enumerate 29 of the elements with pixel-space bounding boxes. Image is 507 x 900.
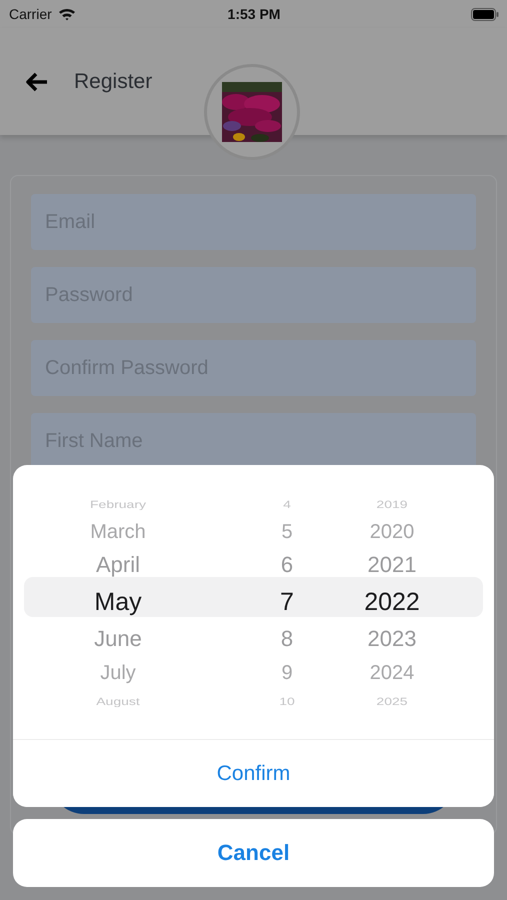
picker-option[interactable]: 2020 (370, 522, 414, 542)
confirm-button[interactable]: Confirm (13, 739, 494, 807)
picker-option[interactable]: April (96, 554, 140, 576)
picker-option[interactable]: March (90, 522, 146, 542)
picker-option[interactable]: February (90, 498, 146, 509)
picker-option[interactable]: 2023 (368, 628, 416, 650)
picker-option[interactable]: June (94, 628, 142, 650)
picker-option[interactable]: 2024 (370, 662, 414, 682)
picker-option[interactable]: 8 (280, 628, 294, 650)
picker-option[interactable]: August (96, 695, 140, 706)
carrier-name: Carrier (9, 6, 52, 22)
picker-option[interactable]: 5 (281, 522, 293, 542)
status-time: 1:53 PM (228, 6, 280, 22)
picker-option[interactable]: 4 (283, 498, 291, 509)
picker-option[interactable]: May (94, 590, 142, 614)
picker-option[interactable]: 2019 (376, 498, 408, 509)
cancel-button[interactable]: Cancel (13, 819, 494, 887)
picker-option[interactable]: July (100, 662, 136, 682)
picker-option[interactable]: 7 (280, 590, 294, 614)
battery-icon (470, 8, 499, 20)
picker-option[interactable]: 9 (281, 662, 293, 682)
picker-option[interactable]: 2025 (376, 695, 408, 706)
picker-option[interactable]: 10 (279, 695, 295, 706)
wifi-icon (58, 7, 76, 21)
picker-option[interactable]: 2021 (368, 554, 416, 576)
picker-option[interactable]: 2022 (364, 590, 420, 614)
picker-option[interactable]: 6 (280, 554, 294, 576)
back-arrow-icon[interactable] (26, 72, 48, 92)
header-title: Register (74, 70, 152, 94)
